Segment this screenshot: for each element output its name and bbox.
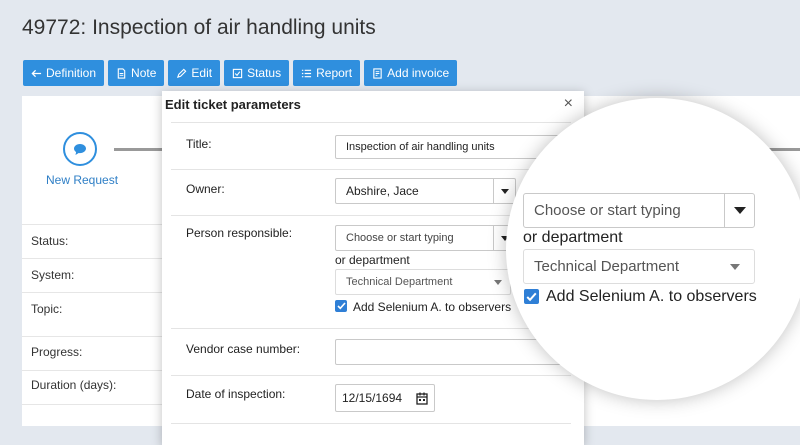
close-icon[interactable]: ×: [564, 95, 573, 113]
page-title: 49772: Inspection of air handling units: [22, 16, 376, 39]
sidebar-divider: [22, 404, 162, 405]
title-input[interactable]: Inspection of air handling units: [335, 135, 561, 159]
owner-dropdown-button[interactable]: [493, 179, 515, 203]
dialog-title: Edit ticket parameters: [165, 97, 301, 112]
sidebar-row-status: Status:: [22, 224, 162, 258]
workflow-step-label: New Request: [46, 173, 119, 187]
arrow-left-icon: [31, 69, 42, 77]
sidebar-label: System:: [31, 268, 75, 282]
invoice-icon: [373, 67, 382, 79]
chevron-down-icon: [730, 264, 740, 270]
chevron-down-icon: [500, 188, 509, 194]
vendor-case-number-label: Vendor case number:: [186, 342, 301, 356]
check-square-icon: [232, 68, 243, 78]
date-of-inspection-label: Date of inspection:: [186, 387, 286, 401]
toolbar: Definition Note Edit Status Report Add i…: [23, 60, 458, 86]
chevron-down-icon: [733, 207, 746, 214]
report-button-label: Report: [316, 66, 353, 80]
zoomed-placeholder: Choose or start typing: [534, 202, 681, 219]
date-of-inspection-input[interactable]: 12/15/1694: [335, 384, 435, 412]
checkmark-icon: [336, 302, 346, 310]
zoomed-department-select: Technical Department: [523, 249, 755, 284]
divider: [171, 375, 571, 376]
add-invoice-button[interactable]: Add invoice: [364, 60, 458, 86]
sidebar-label: Topic:: [31, 302, 63, 316]
owner-select[interactable]: Abshire, Jace: [335, 178, 516, 204]
workflow-step-new-request[interactable]: [63, 132, 97, 166]
date-value: 12/15/1694: [342, 391, 403, 405]
divider: [171, 122, 571, 123]
observer-checkbox-label: Add Selenium A. to observers: [353, 300, 512, 314]
note-button-label: Note: [131, 66, 157, 80]
person-responsible-label: Person responsible:: [186, 226, 293, 240]
title-label: Title:: [186, 137, 212, 151]
zoomed-or-department-text: or department: [523, 229, 623, 246]
list-icon: [302, 69, 312, 77]
department-select[interactable]: Technical Department: [335, 269, 511, 295]
checkmark-icon: [526, 292, 537, 301]
zoomed-observer-checkbox-label: Add Selenium A. to observers: [546, 288, 757, 305]
chevron-down-icon: [494, 280, 502, 285]
sidebar-row-system: System:: [22, 258, 162, 292]
definition-button-label: Definition: [46, 66, 97, 80]
divider: [171, 169, 571, 170]
zoomed-observer-checkbox: [524, 289, 539, 304]
status-button-label: Status: [247, 66, 282, 80]
vendor-case-number-input[interactable]: [335, 339, 561, 365]
zoom-magnifier: Choose or start typing or department Tec…: [506, 98, 800, 400]
zoomed-department-value: Technical Department: [534, 258, 680, 275]
chat-bubble-icon: [74, 143, 86, 155]
edit-button[interactable]: Edit: [168, 60, 221, 86]
zoomed-dropdown-button: [724, 194, 754, 227]
sidebar-label: Status:: [31, 234, 69, 248]
add-invoice-button-label: Add invoice: [387, 66, 450, 80]
person-responsible-placeholder: Choose or start typing: [346, 232, 454, 244]
pencil-icon: [177, 68, 187, 78]
or-department-text: or department: [335, 253, 410, 267]
note-button[interactable]: Note: [108, 60, 165, 86]
divider: [171, 423, 571, 424]
definition-button[interactable]: Definition: [23, 60, 105, 86]
sidebar-row-topic: Topic:: [22, 292, 162, 330]
calendar-icon[interactable]: [416, 392, 428, 405]
owner-label: Owner:: [186, 182, 225, 196]
edit-button-label: Edit: [191, 66, 213, 80]
owner-value: Abshire, Jace: [346, 184, 419, 198]
observer-checkbox[interactable]: [335, 300, 347, 312]
document-icon: [117, 67, 126, 79]
sidebar-label: Progress:: [31, 345, 83, 359]
divider: [171, 328, 571, 329]
report-button[interactable]: Report: [293, 60, 361, 86]
person-responsible-select[interactable]: Choose or start typing: [335, 225, 516, 251]
department-value: Technical Department: [346, 276, 453, 288]
status-button[interactable]: Status: [224, 60, 290, 86]
sidebar-row-progress: Progress:: [22, 336, 162, 370]
zoomed-person-responsible-select: Choose or start typing: [523, 193, 755, 228]
sidebar-label: Duration (days):: [31, 378, 117, 392]
sidebar-row-duration: Duration (days):: [22, 370, 162, 404]
